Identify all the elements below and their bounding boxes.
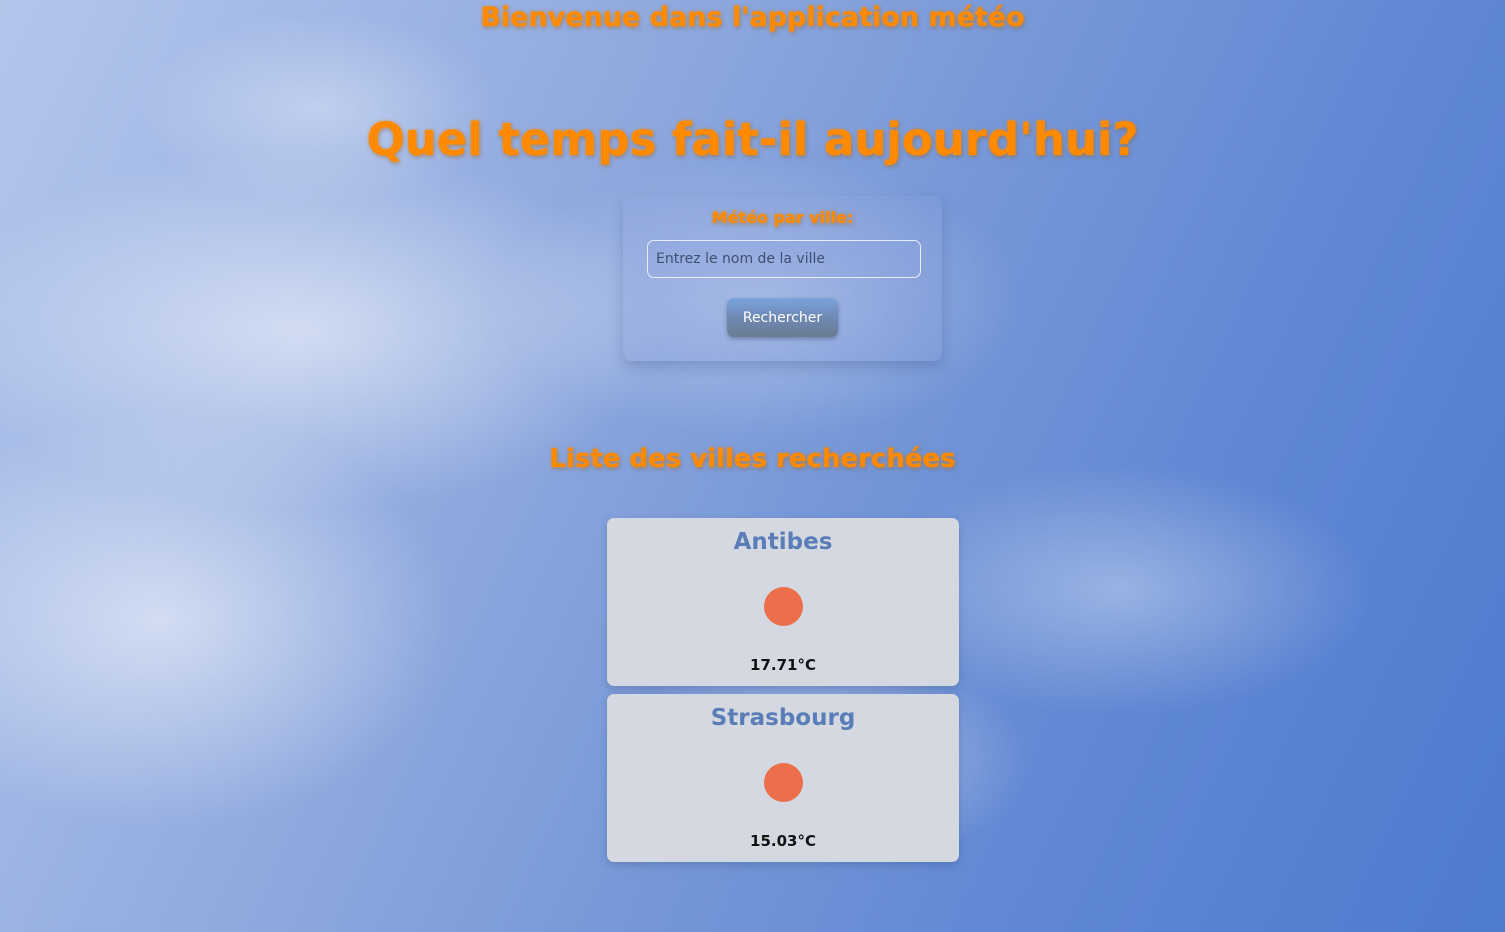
search-label: Météo par ville: (711, 208, 854, 227)
city-temperature: 17.71°C (750, 656, 816, 674)
city-card-antibes[interactable]: Antibes 17.71°C (607, 518, 959, 686)
city-search-input[interactable] (647, 240, 921, 278)
city-temperature: 15.03°C (750, 832, 816, 850)
city-card-strasbourg[interactable]: Strasbourg 15.03°C (607, 694, 959, 862)
search-button[interactable]: Rechercher (727, 298, 838, 337)
city-name: Strasbourg (710, 705, 856, 731)
searched-cities-title: Liste des villes recherchées (549, 444, 956, 474)
sun-icon (764, 587, 803, 626)
welcome-title: Bienvenue dans l'application météo (480, 2, 1025, 33)
city-name: Antibes (733, 529, 833, 555)
sun-icon (764, 763, 803, 802)
page-headline: Quel temps fait-il aujourd'hui? (366, 113, 1139, 166)
search-card: Météo par ville: Rechercher (623, 196, 942, 361)
